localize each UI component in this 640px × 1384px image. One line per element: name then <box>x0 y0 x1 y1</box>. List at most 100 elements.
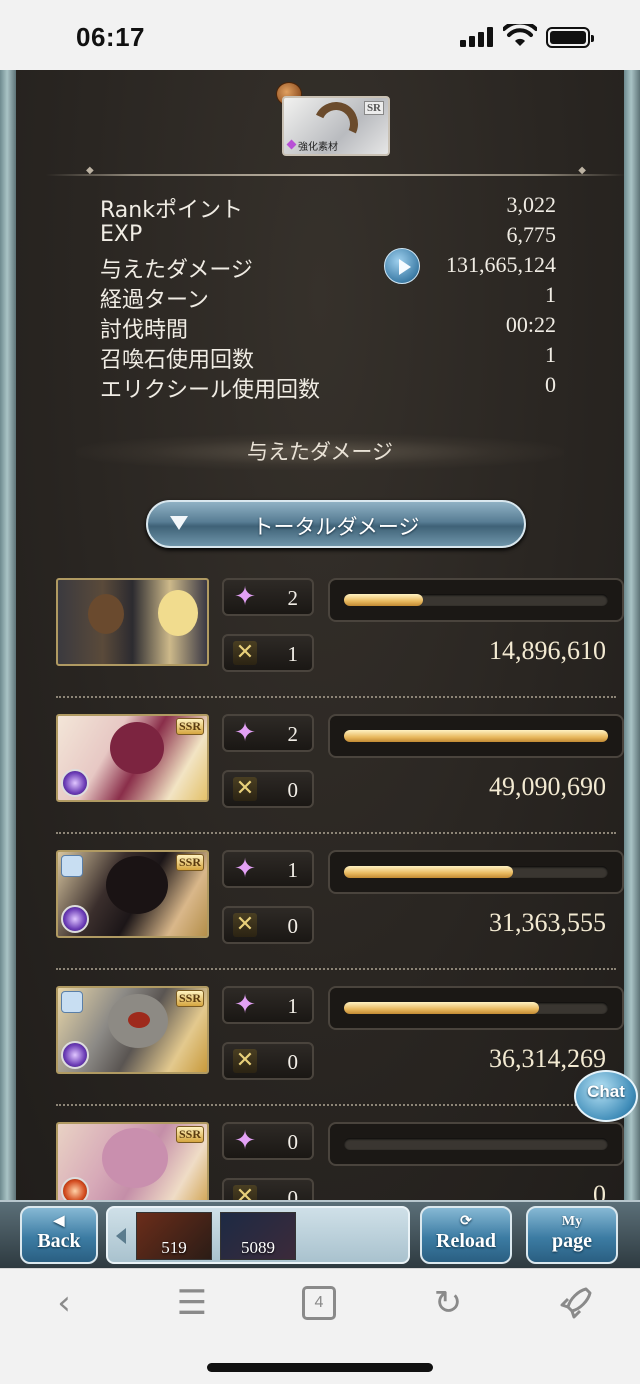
damage-bar <box>328 714 624 758</box>
row-divider <box>56 696 616 698</box>
chat-button[interactable]: Chat <box>574 1070 638 1122</box>
mypage-button[interactable]: My page <box>526 1206 618 1264</box>
menu-icon[interactable]: ☰ <box>172 1283 212 1323</box>
damage-detail-play-button[interactable] <box>384 248 420 284</box>
ougi-count: 0 <box>287 1186 299 1200</box>
crossed-swords-icon: ✕ <box>233 1049 257 1073</box>
skill-count: 0 <box>287 1130 299 1154</box>
quick-item-tray[interactable]: 519 5089 <box>106 1206 410 1264</box>
party-damage-list: ✦ 2 ✕ 1 14,896,610 SSR ✦ 2 ✕ 0 49,090,69… <box>56 578 624 1200</box>
damage-value: 36,314,269 <box>489 1044 606 1073</box>
skill-count: 2 <box>287 586 299 610</box>
stat-exp: EXP 6,775 <box>100 222 556 252</box>
fire-element-icon <box>61 1177 89 1200</box>
stat-value: 0 <box>545 372 556 397</box>
ssr-badge: SSR <box>175 718 204 735</box>
home-indicator <box>207 1363 433 1372</box>
back-label: Back <box>37 1230 81 1252</box>
crossed-swords-icon: ✕ <box>233 777 257 801</box>
cellular-signal-icon <box>460 27 494 47</box>
skill-count-box: ✦ 2 <box>222 578 314 616</box>
rocket-icon[interactable] <box>556 1283 596 1323</box>
dark-element-icon <box>61 769 89 797</box>
ougi-count-box: ✕ 0 <box>222 770 314 808</box>
tabs-button[interactable]: 4 <box>302 1286 336 1320</box>
skill-count-box: ✦ 1 <box>222 986 314 1024</box>
ougi-count-box: ✕ 0 <box>222 1042 314 1080</box>
rarity-badge: SR <box>363 101 384 115</box>
stat-label: 討伐時間 <box>100 318 189 343</box>
row-divider <box>56 832 616 834</box>
quick-item-1[interactable]: 519 <box>136 1212 212 1260</box>
tray-arrow-icon[interactable] <box>116 1228 126 1244</box>
stat-value: 6,775 <box>506 222 557 247</box>
result-stats: Rankポイント 3,022 EXP 6,775 与えたダメージ 131,665… <box>100 192 557 403</box>
reload-label: Reload <box>436 1230 496 1252</box>
stat-value: 3,022 <box>506 192 557 217</box>
reload-icon: ⟳ <box>460 1214 472 1229</box>
game-nav-bar: ◀ Back 519 5089 ⟳ Reload My page <box>0 1200 640 1268</box>
sparkle-icon: ✦ <box>234 1126 256 1156</box>
sparkle-icon: ✦ <box>234 582 256 612</box>
skill-count: 1 <box>287 858 299 882</box>
ornamental-divider <box>46 165 626 176</box>
party-member-row: SSR ✦ 1 ✕ 0 36,314,269 <box>56 986 624 1122</box>
browser-toolbar: ‹ ☰ 4 ↻ <box>0 1268 640 1384</box>
damage-value: 14,896,610 <box>489 636 606 665</box>
ougi-count: 0 <box>287 1050 299 1074</box>
wifi-icon <box>503 24 537 46</box>
skill-count-box: ✦ 2 <box>222 714 314 752</box>
stat-label: 与えたダメージ <box>100 258 253 283</box>
character-portrait[interactable] <box>56 578 209 666</box>
damage-value: 0 <box>593 1180 606 1200</box>
ougi-count: 0 <box>287 778 299 802</box>
back-arrow-icon: ◀ <box>53 1214 65 1229</box>
reward-item-card[interactable]: SR 強化素材 <box>282 95 390 156</box>
skill-count-box: ✦ 0 <box>222 1122 314 1160</box>
stat-rank-points: Rankポイント 3,022 <box>100 192 557 223</box>
stat-value: 1 <box>545 342 556 367</box>
sparkle-icon: ✦ <box>234 990 256 1020</box>
stat-elixir-uses: エリクシール使用回数 0 <box>100 372 556 403</box>
stat-label: 経過ターン <box>100 288 209 313</box>
crossed-swords-icon: ✕ <box>233 913 257 937</box>
damage-value: 31,363,555 <box>489 908 606 937</box>
character-portrait[interactable]: SSR <box>56 714 209 802</box>
ssr-badge: SSR <box>175 854 204 871</box>
stat-value: 00:22 <box>505 312 556 337</box>
character-portrait[interactable]: SSR <box>56 850 209 938</box>
damage-type-dropdown[interactable]: トータルダメージ <box>146 500 526 548</box>
mypage-label-top: My <box>561 1214 583 1229</box>
character-portrait[interactable]: SSR <box>56 1122 209 1200</box>
refresh-icon[interactable]: ↻ <box>428 1283 468 1323</box>
ssr-badge: SSR <box>175 990 204 1007</box>
crossed-swords-icon: ✕ <box>233 1185 257 1200</box>
stat-label: EXP <box>100 222 143 247</box>
stat-label: エリクシール使用回数 <box>100 378 321 403</box>
row-divider <box>56 968 616 970</box>
back-chevron-icon[interactable]: ‹ <box>44 1283 84 1323</box>
stat-value: 131,665,124 <box>446 252 556 277</box>
character-portrait[interactable]: SSR <box>56 986 209 1074</box>
stat-summon-uses: 召喚石使用回数 1 <box>100 342 556 373</box>
ougi-count-box: ✕ 1 <box>222 634 314 672</box>
damage-value: 49,090,690 <box>489 772 606 801</box>
damage-bar-fill <box>344 866 513 878</box>
crossed-swords-icon: ✕ <box>233 641 257 665</box>
back-button[interactable]: ◀ Back <box>20 1206 98 1264</box>
row-divider <box>56 1104 616 1106</box>
reload-button[interactable]: ⟳ Reload <box>420 1206 512 1264</box>
damage-bar-fill <box>344 1002 540 1014</box>
ougi-count: 1 <box>287 642 299 666</box>
ougi-count-box: ✕ 0 <box>222 906 314 944</box>
damage-bar-fill <box>344 594 424 606</box>
frame-right <box>624 70 640 1200</box>
quick-item-2[interactable]: 5089 <box>220 1212 296 1260</box>
result-panel: SR 強化素材 Rankポイント 3,022 EXP 6,775 与えたダメージ… <box>16 70 626 1200</box>
damage-bar <box>328 1122 624 1166</box>
damage-bar <box>328 986 624 1030</box>
skill-count-box: ✦ 1 <box>222 850 314 888</box>
skill-count: 1 <box>287 994 299 1018</box>
status-time: 06:17 <box>76 22 145 52</box>
quick-item-count: 5089 <box>241 1238 275 1257</box>
